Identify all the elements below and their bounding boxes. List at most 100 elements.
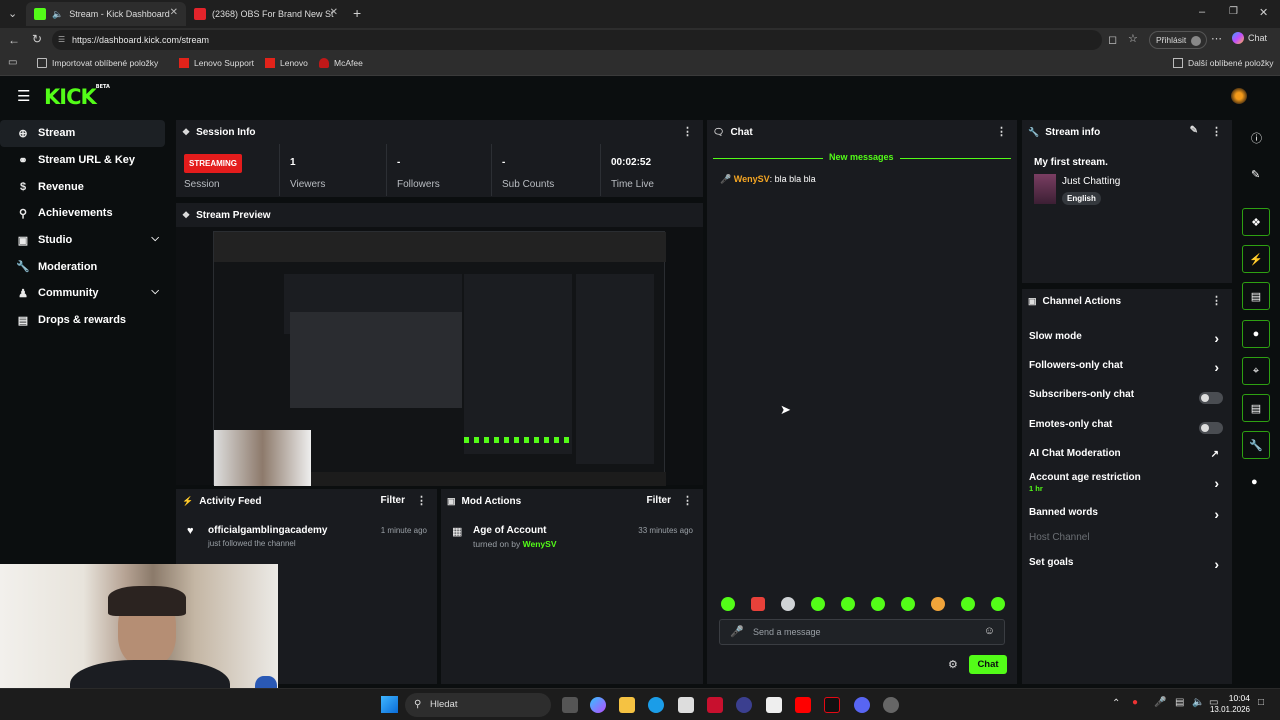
tab-kick-dashboard[interactable]: 🔈 Stream - Kick Dashboard ✕ <box>26 2 186 26</box>
user-avatar[interactable] <box>1231 88 1247 104</box>
mod-action-user[interactable]: WenySV <box>523 539 557 549</box>
ai-chat-moderation-row[interactable]: AI Chat Moderation ↗ <box>1029 448 1229 468</box>
profile-sign-in-button[interactable]: Přihlásit <box>1149 31 1207 49</box>
favorites-star-icon[interactable]: ☆ <box>1128 32 1138 45</box>
account-age-row[interactable]: Account age restriction 1 hr › <box>1029 472 1229 498</box>
edit-pencil-icon[interactable]: ✎ <box>1190 125 1198 136</box>
hamburger-menu-icon[interactable]: ☰ <box>17 87 30 105</box>
microphone-icon[interactable]: 🎤 <box>1154 697 1166 708</box>
site-info-icon[interactable]: ☰ <box>58 30 65 50</box>
new-tab-icon[interactable]: + <box>353 5 361 21</box>
notifications-icon[interactable]: □ <box>1258 697 1264 708</box>
more-menu-icon[interactable]: ⋯ <box>1211 32 1222 45</box>
discord-app-icon[interactable] <box>854 697 870 713</box>
stream-info-toggle-button[interactable]: 🔧 <box>1242 431 1270 459</box>
copilot-chat-button[interactable]: Chat <box>1232 32 1267 44</box>
send-chat-button[interactable]: Chat <box>969 655 1007 674</box>
subscribers-only-toggle[interactable] <box>1199 392 1223 404</box>
chat-username[interactable]: WenySV <box>734 174 770 184</box>
copilot-app-icon[interactable] <box>590 697 606 713</box>
filter-button[interactable]: Filter <box>647 495 671 506</box>
edge-browser-icon[interactable] <box>648 697 664 713</box>
other-bookmarks[interactable]: Další oblíbené položky <box>1173 58 1274 68</box>
followers-only-row[interactable]: Followers-only chat › <box>1029 359 1229 380</box>
photos-app-icon[interactable] <box>766 697 782 713</box>
filter-button[interactable]: Filter <box>381 495 405 506</box>
stream-preview-toggle-button[interactable]: ▤ <box>1242 394 1270 422</box>
bookmark-mcafee[interactable]: McAfee <box>319 58 363 68</box>
emote-icon[interactable] <box>871 597 885 611</box>
reload-icon[interactable]: ↻ <box>32 32 42 46</box>
bookmark-lenovo-support[interactable]: Lenovo Support <box>179 58 254 68</box>
back-icon[interactable]: ← <box>8 33 20 47</box>
clock-date[interactable]: 13.01.2026 <box>1199 705 1250 714</box>
restore-icon[interactable]: ❐ <box>1229 6 1238 17</box>
stream-category[interactable]: Just Chatting <box>1062 176 1120 187</box>
more-options-icon[interactable]: ⋮ <box>682 494 693 507</box>
tab-youtube[interactable]: (2368) OBS For Brand New Stream ✕ <box>186 2 346 26</box>
emote-icon[interactable] <box>991 597 1005 611</box>
bookmark-lenovo[interactable]: Lenovo <box>265 58 308 68</box>
slow-mode-row[interactable]: Slow mode › <box>1029 330 1229 351</box>
more-options-icon[interactable]: ⋮ <box>1211 125 1222 138</box>
store-icon[interactable] <box>678 697 694 713</box>
file-explorer-icon[interactable] <box>619 697 635 713</box>
sidebar-item-stream-url-key[interactable]: ⚭ Stream URL & Key <box>0 147 165 174</box>
banned-words-row[interactable]: Banned words › <box>1029 506 1229 527</box>
network-icon[interactable]: ▤ <box>1175 697 1184 708</box>
more-options-icon[interactable]: ⋮ <box>996 125 1007 138</box>
obs-app-icon[interactable] <box>736 697 752 713</box>
emote-icon[interactable] <box>931 597 945 611</box>
extensions-icon[interactable]: ◻ <box>1108 33 1117 46</box>
settings-app-icon[interactable] <box>883 697 899 713</box>
sidebar-item-moderation[interactable]: 🔧 Moderation <box>0 253 165 280</box>
close-tab-icon[interactable]: ✕ <box>330 7 338 18</box>
mod-actions-toggle-button[interactable]: ▤ <box>1242 282 1270 310</box>
chat-settings-gear-icon[interactable]: ⚙ <box>948 658 958 671</box>
kick-logo[interactable]: KICKBETA <box>44 84 110 109</box>
close-window-icon[interactable]: ✕ <box>1259 6 1268 19</box>
sidebar-item-studio[interactable]: ▣ Studio ⌵ <box>0 227 165 254</box>
minimize-icon[interactable]: – <box>1199 6 1205 18</box>
emotes-only-toggle[interactable] <box>1199 422 1223 434</box>
close-tab-icon[interactable]: ✕ <box>170 7 178 18</box>
bookmark-import[interactable]: Importovat oblíbené položky <box>37 58 158 68</box>
stream-preview-video[interactable] <box>213 231 666 486</box>
emote-icon[interactable] <box>841 597 855 611</box>
session-info-toggle-button[interactable]: ❖ <box>1242 208 1270 236</box>
emote-icon[interactable] <box>721 597 735 611</box>
sidebar-item-revenue[interactable]: $ Revenue <box>0 173 165 200</box>
chat-input[interactable]: 🎤 Send a message ☺ <box>719 619 1005 645</box>
tray-chevron-up-icon[interactable]: ⌃ <box>1112 698 1120 709</box>
more-options-icon[interactable]: ⋮ <box>416 494 427 507</box>
emote-icon[interactable] <box>811 597 825 611</box>
task-view-icon[interactable] <box>562 697 578 713</box>
tab-list-chevron-icon[interactable]: ⌄ <box>8 7 17 20</box>
netflix-app-icon[interactable] <box>824 697 840 713</box>
more-options-icon[interactable]: ⋮ <box>1211 294 1222 307</box>
youtube-app-icon[interactable] <box>795 697 811 713</box>
sidebar-item-stream[interactable]: ⊕ Stream <box>0 120 165 147</box>
emote-icon[interactable] <box>961 597 975 611</box>
activity-feed-toggle-button[interactable]: ⚡ <box>1242 245 1270 273</box>
set-goals-row[interactable]: Set goals › <box>1029 556 1229 577</box>
sidebar-toggle-icon[interactable]: ▭ <box>8 57 17 68</box>
broadcast-toggle-button[interactable]: ⌖ <box>1242 357 1270 385</box>
sidebar-item-community[interactable]: ♟ Community ⌵ <box>0 280 165 307</box>
chat-toggle-button[interactable]: ● <box>1242 320 1270 348</box>
emote-icon[interactable] <box>751 597 765 611</box>
clock-time[interactable]: 10:04 <box>1220 693 1250 703</box>
emote-icon[interactable] <box>781 597 795 611</box>
emote-icon[interactable] <box>901 597 915 611</box>
url-field[interactable]: ☰ https://dashboard.kick.com/stream <box>52 30 1102 50</box>
sidebar-item-achievements[interactable]: ⚲ Achievements <box>0 200 165 227</box>
mcafee-app-icon[interactable] <box>707 697 723 713</box>
activity-user[interactable]: officialgamblingacademy <box>208 525 327 536</box>
more-options-icon[interactable]: ⋮ <box>682 125 693 138</box>
tray-app-icon[interactable]: ● <box>1132 697 1138 708</box>
sidebar-item-drops-rewards[interactable]: ▤ Drops & rewards <box>0 307 165 334</box>
edit-layout-icon[interactable]: ✎ <box>1251 168 1260 181</box>
emoji-icon[interactable]: ☺ <box>984 625 995 637</box>
widgets-icon[interactable]: ● <box>1251 476 1258 488</box>
info-icon[interactable]: ⓘ <box>1251 130 1262 146</box>
